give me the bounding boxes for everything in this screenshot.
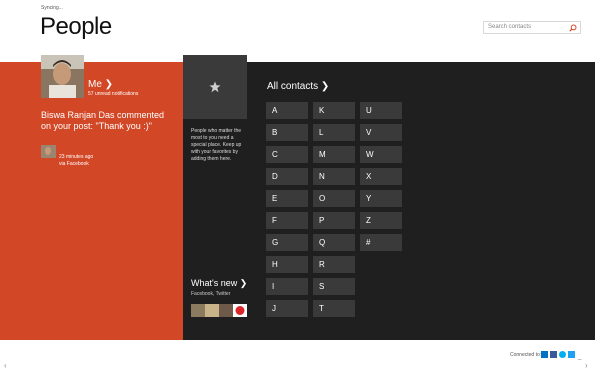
favorites-hint: People who matter the most to you need a… (191, 128, 242, 162)
whats-new-photo-3[interactable] (219, 304, 233, 317)
letter-tile-h[interactable]: H (266, 256, 308, 273)
letter-tile-p[interactable]: P (313, 212, 355, 229)
letter-tile-g[interactable]: G (266, 234, 308, 251)
letter-tile-f[interactable]: F (266, 212, 308, 229)
facebook-icon (550, 351, 557, 358)
letter-tile-k[interactable]: K (313, 102, 355, 119)
letter-tile-q[interactable]: Q (313, 234, 355, 251)
scroll-right-icon[interactable]: › (585, 361, 588, 370)
letter-tile-l[interactable]: L (313, 124, 355, 141)
letter-tile-b[interactable]: B (266, 124, 308, 141)
whats-new-photo-2[interactable] (205, 304, 219, 317)
outlook-icon (541, 351, 548, 358)
letter-tile-m[interactable]: M (313, 146, 355, 163)
page-title: People (40, 13, 112, 40)
letter-tile-s[interactable]: S (313, 278, 355, 295)
sync-status: Syncing... (41, 5, 63, 11)
all-contacts-link[interactable]: All contacts ❯ (267, 81, 329, 92)
whats-new-photo-4[interactable] (233, 304, 247, 317)
letter-tile-i[interactable]: I (266, 278, 308, 295)
letter-tile-o[interactable]: O (313, 190, 355, 207)
whats-new-photo-1[interactable] (191, 304, 205, 317)
letter-tile-y[interactable]: Y (360, 190, 402, 207)
letter-tile-e[interactable]: E (266, 190, 308, 207)
scroll-left-icon[interactable]: ‹ (4, 361, 7, 370)
notification-thumbnail (41, 145, 56, 158)
notification-time: 23 minutes ago (59, 154, 94, 160)
letter-tile-u[interactable]: U (360, 102, 402, 119)
me-avatar[interactable] (41, 55, 84, 98)
add-favorite-tile[interactable] (183, 55, 247, 119)
me-link[interactable]: Me ❯ (88, 79, 113, 90)
connected-to-label: Connected to: (510, 352, 542, 358)
letter-tile-n[interactable]: N (313, 168, 355, 185)
letter-tile-r[interactable]: R (313, 256, 355, 273)
whats-new-link[interactable]: What's new ❯ (191, 278, 247, 289)
letter-tile-d[interactable]: D (266, 168, 308, 185)
letter-tile-t[interactable]: T (313, 300, 355, 317)
letter-tile-v[interactable]: V (360, 124, 402, 141)
search-icon[interactable] (569, 24, 577, 32)
latest-notification[interactable]: Biswa Ranjan Das commented on your post:… (41, 110, 176, 132)
letter-tile-x[interactable]: X (360, 168, 402, 185)
letter-tile-a[interactable]: A (266, 102, 308, 119)
twitter-icon (568, 351, 575, 358)
search-input[interactable]: Search contacts (488, 24, 531, 30)
letter-tile-w[interactable]: W (360, 146, 402, 163)
notification-source: via Facebook (59, 161, 89, 167)
letter-tile-z[interactable]: Z (360, 212, 402, 229)
whats-new-sources: Facebook, Twitter (191, 291, 231, 297)
more-services[interactable]: _ (578, 354, 581, 360)
unread-notifications[interactable]: 57 unread notifications (88, 91, 138, 97)
letter-tile-j[interactable]: J (266, 300, 308, 317)
skype-icon (559, 351, 566, 358)
search-box[interactable]: Search contacts (483, 21, 581, 34)
letter-tile-c[interactable]: C (266, 146, 308, 163)
letter-tile-hash[interactable]: # (360, 234, 402, 251)
me-panel (0, 62, 183, 340)
star-icon (209, 81, 221, 93)
